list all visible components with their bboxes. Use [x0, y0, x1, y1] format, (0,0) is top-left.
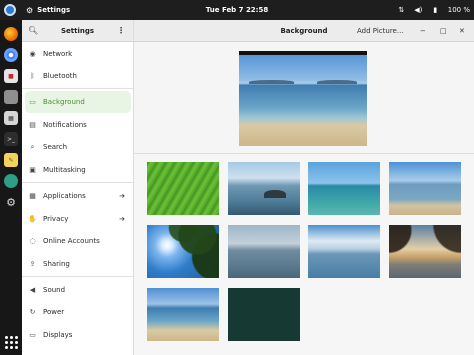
- sidebar-item-label: Search: [43, 143, 68, 151]
- chromium-icon[interactable]: [4, 48, 18, 62]
- main-header: Background Add Picture... − □ ✕: [134, 20, 474, 42]
- volume-icon: ◀): [414, 6, 423, 14]
- main-panel: Background Add Picture... − □ ✕: [134, 20, 474, 355]
- notifications-icon: ▤: [29, 121, 36, 129]
- minimize-icon[interactable]: −: [420, 27, 426, 35]
- activities-icon: [4, 4, 16, 16]
- sidebar-item-label: Notifications: [43, 121, 87, 129]
- sidebar-item-multitasking[interactable]: ▣ Multitasking: [25, 159, 131, 181]
- wallpaper-thumbnail[interactable]: [308, 225, 380, 278]
- sidebar-item-sound[interactable]: ◀ Sound: [25, 279, 131, 301]
- dock: ■ ▦ >_ ✎ ⚙: [0, 20, 22, 355]
- search-icon: ⌕: [30, 142, 35, 151]
- sidebar-item-notifications[interactable]: ▤ Notifications: [25, 114, 131, 136]
- show-apps-icon[interactable]: [4, 335, 18, 349]
- app-name: Settings: [37, 6, 71, 14]
- app-menu[interactable]: ⚙ Settings: [26, 6, 70, 15]
- branches: [389, 225, 461, 278]
- multitasking-icon: ▣: [29, 166, 36, 174]
- wallpaper-thumbnail[interactable]: [228, 225, 300, 278]
- preview-hills: [317, 79, 357, 84]
- sound-icon: ◀: [29, 286, 36, 294]
- displays-icon: ▭: [29, 331, 36, 339]
- applications-icon: ▦: [29, 192, 36, 200]
- divider: [22, 88, 133, 89]
- sharing-icon: ⇪: [29, 260, 36, 268]
- clock[interactable]: Tue Feb 7 22:58: [206, 6, 268, 14]
- divider: [22, 182, 133, 183]
- sidebar-item-label: Power: [43, 308, 65, 316]
- wallpaper-thumbnail[interactable]: [308, 162, 380, 215]
- software-icon[interactable]: [4, 174, 18, 188]
- sidebar-item-label: Network: [43, 50, 73, 58]
- chevron-right-icon: ➔: [119, 192, 125, 200]
- terminal-icon[interactable]: >_: [4, 132, 18, 146]
- maximize-icon[interactable]: □: [440, 27, 447, 35]
- sidebar-item-online-accounts[interactable]: ◌ Online Accounts: [25, 230, 131, 252]
- gear-icon: ⚙: [26, 5, 34, 15]
- bluetooth-icon: ᛒ: [30, 72, 35, 80]
- wallpaper-thumbnail[interactable]: [147, 225, 219, 278]
- sidebar-item-power[interactable]: ↻ Power: [25, 301, 131, 323]
- network-icon: ◉: [29, 50, 36, 58]
- background-preview-area: [134, 42, 474, 154]
- wallpaper-thumbnail[interactable]: [147, 288, 219, 341]
- settings-icon[interactable]: ⚙: [4, 195, 18, 209]
- online-accounts-icon: ◌: [29, 237, 36, 245]
- add-picture-button[interactable]: Add Picture...: [357, 27, 404, 35]
- sidebar-item-background[interactable]: ▭ Background: [25, 91, 131, 113]
- sidebar-item-label: Online Accounts: [43, 237, 100, 245]
- sidebar-item-privacy[interactable]: ✋ Privacy ➔: [25, 208, 131, 230]
- sidebar-item-label: Multitasking: [43, 166, 86, 174]
- rock: [264, 190, 286, 198]
- wallpaper-thumbnail[interactable]: [389, 162, 461, 215]
- text-editor-icon[interactable]: ✎: [4, 153, 18, 167]
- files-glyph: ■: [8, 72, 14, 80]
- sidebar-item-search[interactable]: ⌕ Search: [25, 136, 131, 158]
- sidebar-header: 🔍︎ Settings ⋮: [22, 20, 133, 42]
- background-icon: ▭: [29, 98, 36, 106]
- power-icon: ↻: [29, 308, 36, 316]
- activities-button[interactable]: [0, 0, 20, 20]
- firefox-icon[interactable]: [4, 27, 18, 41]
- sidebar-item-label: Displays: [43, 331, 73, 339]
- sidebar-item-label: Bluetooth: [43, 72, 77, 80]
- battery-percent: 100 %: [447, 6, 470, 14]
- privacy-icon: ✋: [28, 215, 37, 223]
- settings-window: 🔍︎ Settings ⋮ ◉ Network ᛒ Bluetooth ▭ Backg…: [22, 20, 474, 355]
- sidebar-item-label: Privacy: [43, 215, 69, 223]
- tree-foliage: [147, 225, 219, 278]
- wallpaper-thumbnail[interactable]: [228, 162, 300, 215]
- sidebar-item-network[interactable]: ◉ Network: [25, 43, 131, 65]
- network-status-icon: ⇅: [398, 6, 405, 14]
- calculator-icon[interactable]: ▦: [4, 111, 18, 125]
- main-menu-icon[interactable]: ⋮: [117, 26, 125, 35]
- battery-icon: ▮: [433, 6, 438, 14]
- wallpaper-thumbnail[interactable]: [228, 288, 300, 341]
- preview-top-bar: [239, 51, 367, 55]
- sidebar: 🔍︎ Settings ⋮ ◉ Network ᛒ Bluetooth ▭ Backg…: [22, 20, 134, 355]
- chevron-right-icon: ➔: [119, 215, 125, 223]
- search-icon[interactable]: 🔍︎: [28, 26, 38, 35]
- sidebar-item-displays[interactable]: ▭ Displays: [25, 324, 131, 346]
- close-icon[interactable]: ✕: [459, 27, 465, 35]
- sidebar-item-label: Sharing: [43, 260, 70, 268]
- sidebar-item-label: Applications: [43, 192, 86, 200]
- wallpaper-thumbnail[interactable]: [389, 225, 461, 278]
- divider: [22, 276, 133, 277]
- sidebar-item-sharing[interactable]: ⇪ Sharing: [25, 253, 131, 275]
- current-background-preview: [239, 51, 367, 146]
- archive-icon[interactable]: [4, 90, 18, 104]
- system-tray[interactable]: ⇅ ◀) ▮ 100 %: [397, 0, 470, 20]
- sidebar-item-bluetooth[interactable]: ᛒ Bluetooth: [25, 65, 131, 87]
- sidebar-item-label: Sound: [43, 286, 66, 294]
- top-bar: ⚙ Settings Tue Feb 7 22:58 ⇅ ◀) ▮ 100 %: [0, 0, 474, 20]
- files-icon[interactable]: ■: [4, 69, 18, 83]
- sidebar-item-applications[interactable]: ▦ Applications ➔: [25, 185, 131, 207]
- screen: ⚙ Settings Tue Feb 7 22:58 ⇅ ◀) ▮ 100 % …: [0, 0, 474, 355]
- preview-hills: [249, 79, 294, 84]
- sidebar-item-label: Background: [43, 98, 85, 106]
- wallpaper-thumbnail[interactable]: [147, 162, 219, 215]
